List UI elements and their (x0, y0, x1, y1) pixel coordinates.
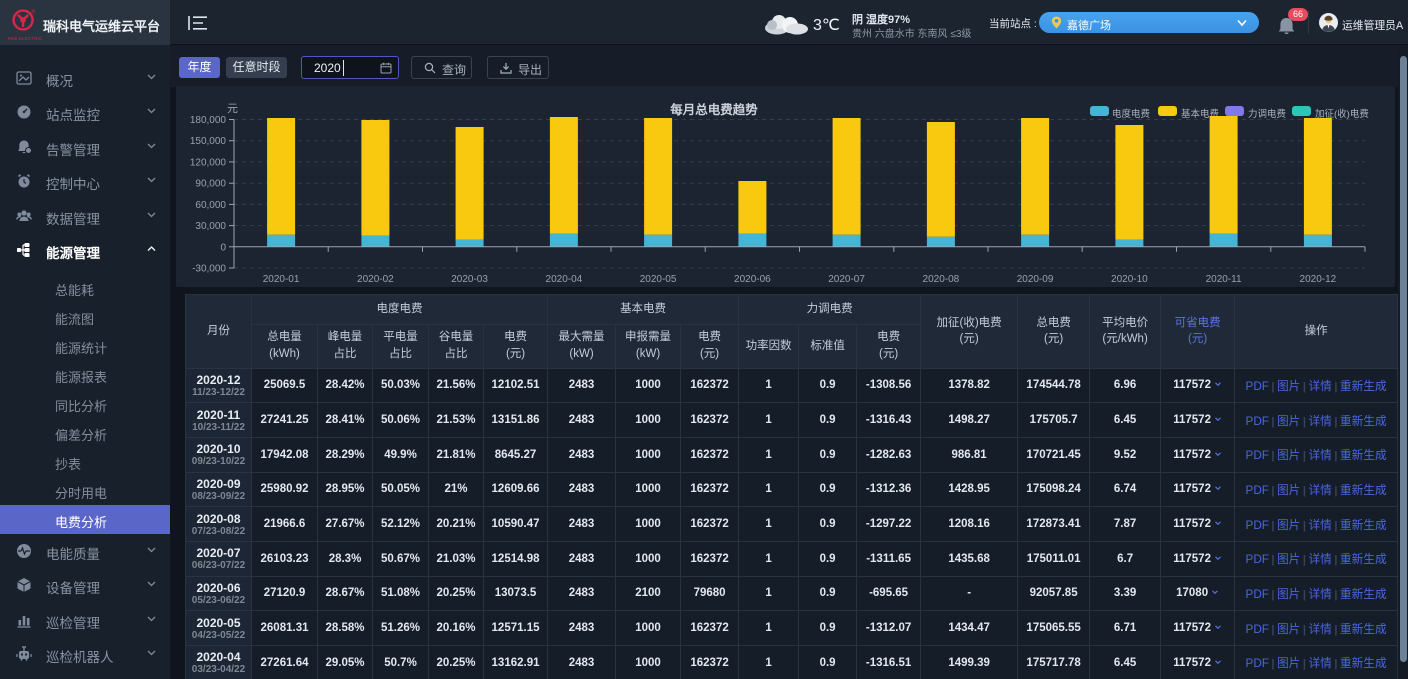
svg-text:2020-08: 2020-08 (923, 274, 960, 285)
svg-text:2020-03: 2020-03 (451, 274, 488, 285)
svg-text:60,000: 60,000 (195, 200, 226, 211)
svg-text:90,000: 90,000 (195, 179, 226, 190)
svg-text:2020-01: 2020-01 (263, 274, 300, 285)
svg-text:2020-06: 2020-06 (734, 274, 771, 285)
svg-text:2020-10: 2020-10 (1111, 274, 1148, 285)
svg-text:2020-09: 2020-09 (1017, 274, 1054, 285)
svg-text:2020-11: 2020-11 (1206, 274, 1242, 285)
svg-text:-30,000: -30,000 (192, 264, 226, 275)
svg-text:2020-07: 2020-07 (828, 274, 865, 285)
svg-text:2020-04: 2020-04 (546, 274, 583, 285)
svg-text:®: ® (31, 9, 36, 16)
svg-text:2020-02: 2020-02 (357, 274, 394, 285)
svg-text:2020-05: 2020-05 (640, 274, 677, 285)
svg-text:0: 0 (220, 242, 226, 253)
svg-text:120,000: 120,000 (190, 157, 227, 168)
svg-text:30,000: 30,000 (195, 221, 226, 232)
svg-text:2020-12: 2020-12 (1300, 274, 1337, 285)
svg-text:180,000: 180,000 (190, 115, 227, 126)
svg-text:150,000: 150,000 (190, 136, 227, 147)
